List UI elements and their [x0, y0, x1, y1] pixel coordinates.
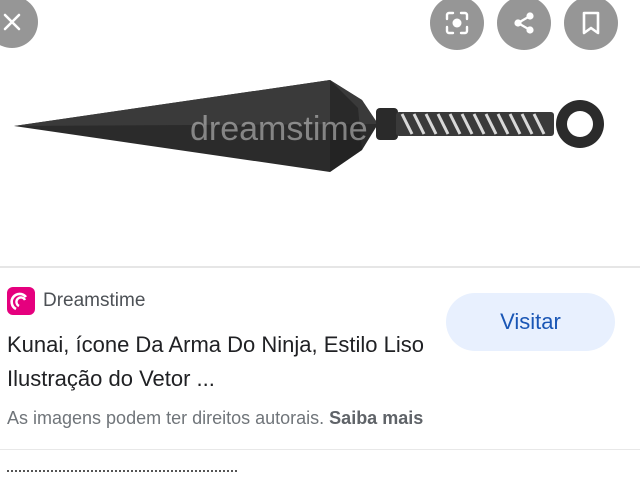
save-button[interactable] — [564, 0, 618, 50]
divider — [0, 266, 640, 268]
preview-image[interactable]: dreamstime — [0, 0, 640, 266]
lens-button[interactable] — [430, 0, 484, 50]
close-icon — [3, 13, 21, 31]
watermark-text: dreamstime — [190, 110, 368, 148]
next-result-peek — [7, 470, 237, 478]
source-row[interactable]: Dreamstime — [7, 287, 145, 315]
dreamstime-logo-icon — [7, 287, 35, 315]
copyright-notice: As imagens podem ter direitos autorais. … — [7, 408, 423, 429]
copyright-text: As imagens podem ter direitos autorais. — [7, 408, 325, 428]
kunai-image: dreamstime — [14, 80, 604, 172]
share-button[interactable] — [497, 0, 551, 50]
result-title[interactable]: Kunai, ícone Da Arma Do Ninja, Estilo Li… — [7, 328, 437, 396]
visit-button[interactable]: Visitar — [446, 293, 615, 351]
source-name: Dreamstime — [43, 290, 146, 311]
learn-more-link[interactable]: Saiba mais — [329, 408, 423, 428]
share-icon — [514, 12, 534, 34]
close-button[interactable] — [0, 0, 38, 48]
bookmark-icon — [582, 11, 600, 35]
lens-icon — [445, 11, 469, 35]
divider — [0, 449, 640, 450]
